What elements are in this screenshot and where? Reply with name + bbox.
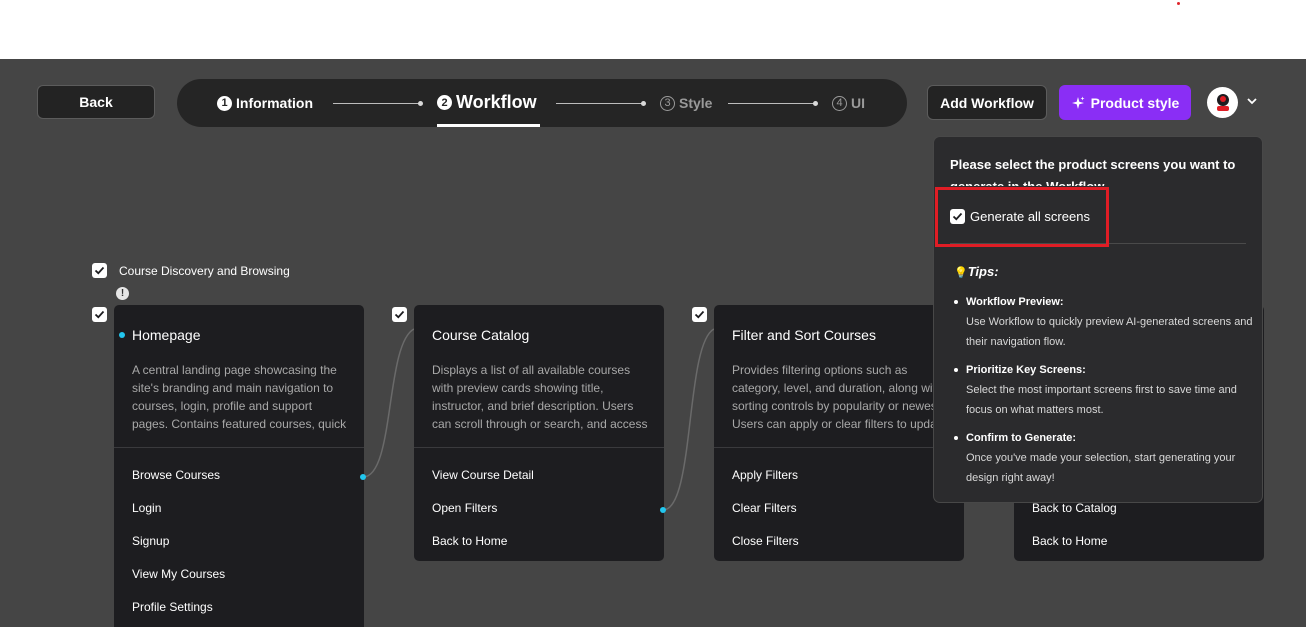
action-view-course-detail[interactable]: View Course Detail (432, 468, 534, 482)
action-signup[interactable]: Signup (132, 534, 169, 548)
lightbulb-icon: 💡 (954, 267, 968, 279)
tip-title: Workflow Preview: (954, 294, 1254, 310)
card-desc-line: site's branding and main navigation to (132, 381, 334, 395)
back-button[interactable]: Back (37, 85, 155, 119)
card-divider (714, 447, 964, 448)
check-icon (394, 310, 405, 319)
tips-title: Tips: (967, 264, 999, 279)
step-label: Style (679, 95, 713, 111)
screen-card-homepage[interactable]: Homepage A central landing page showcasi… (114, 305, 364, 627)
step-number: 3 (660, 95, 675, 111)
check-icon (94, 310, 105, 319)
action-back-to-catalog[interactable]: Back to Catalog (1032, 501, 1117, 515)
product-style-button[interactable]: Product style (1059, 85, 1191, 120)
card-checkbox-filter-sort[interactable] (692, 307, 707, 322)
action-close-filters[interactable]: Close Filters (732, 534, 799, 548)
node-output-dot[interactable] (360, 474, 366, 480)
chevron-down-icon[interactable] (1246, 95, 1258, 107)
check-icon (94, 266, 105, 275)
action-view-my-courses[interactable]: View My Courses (132, 567, 225, 581)
group-label: Course Discovery and Browsing (119, 264, 290, 278)
tips-heading: 💡Tips: (954, 264, 999, 279)
card-title: Homepage (132, 327, 201, 343)
step-information[interactable]: 1 Information (217, 95, 313, 111)
action-profile-settings[interactable]: Profile Settings (132, 600, 213, 614)
tip-title: Confirm to Generate: (954, 430, 1254, 446)
card-desc-line: with preview cards showing title, (432, 381, 604, 395)
card-divider (414, 447, 664, 448)
screen-card-filter-sort[interactable]: Filter and Sort Courses Provides filteri… (714, 305, 964, 561)
step-workflow[interactable]: 2 Workflow (437, 92, 537, 113)
card-checkbox-course-catalog[interactable] (392, 307, 407, 322)
step-label: UI (851, 95, 865, 111)
user-avatar[interactable] (1207, 87, 1238, 118)
red-dot-marker (1177, 2, 1180, 5)
card-divider (114, 447, 364, 448)
card-desc-line: courses, login, profile and support (132, 399, 313, 413)
action-login[interactable]: Login (132, 501, 161, 515)
active-step-underline (437, 124, 540, 127)
action-browse-courses[interactable]: Browse Courses (132, 468, 220, 482)
tip-item: Workflow Preview: Use Workflow to quickl… (954, 294, 1254, 352)
tip-item: Confirm to Generate: Once you've made yo… (954, 430, 1254, 488)
step-connector (333, 101, 423, 106)
node-output-dot[interactable] (660, 507, 666, 513)
card-desc-line: can scroll through or search, and access (432, 417, 648, 431)
step-number: 4 (832, 95, 847, 111)
info-icon: ! (116, 287, 129, 300)
tip-body: Select the most important screens first … (966, 384, 1237, 416)
screen-card-course-catalog[interactable]: Course Catalog Displays a list of all av… (414, 305, 664, 561)
card-checkbox-homepage[interactable] (92, 307, 107, 322)
card-desc-line: category, level, and duration, along wit… (732, 381, 943, 395)
action-clear-filters[interactable]: Clear Filters (732, 501, 797, 515)
connector-homepage-catalog (362, 328, 415, 478)
card-description: Provides filtering options such as categ… (732, 361, 952, 433)
step-number: 2 (437, 95, 452, 110)
card-title: Filter and Sort Courses (732, 327, 876, 343)
step-label: Information (236, 95, 313, 111)
group-checkbox[interactable] (92, 263, 107, 278)
tip-title: Prioritize Key Screens: (954, 362, 1254, 378)
check-icon (694, 310, 705, 319)
action-back-to-home[interactable]: Back to Home (1032, 534, 1107, 548)
tip-body: Once you've made your selection, start g… (966, 452, 1236, 484)
card-desc-line: pages. Contains featured courses, quick (132, 417, 347, 431)
action-open-filters[interactable]: Open Filters (432, 501, 497, 515)
tip-item: Prioritize Key Screens: Select the most … (954, 362, 1254, 420)
connector-catalog-filter (662, 328, 715, 511)
node-input-dot (119, 332, 125, 338)
card-desc-line: Displays a list of all available courses (432, 363, 631, 377)
step-ui[interactable]: 4 UI (832, 95, 865, 111)
step-connector (556, 101, 646, 106)
workflow-stepper: 1 Information 2 Workflow 3 Style 4 UI (177, 79, 907, 127)
add-workflow-button[interactable]: Add Workflow (927, 85, 1047, 120)
step-number: 1 (217, 95, 232, 111)
card-desc-line: Users can apply or clear filters to upda… (732, 417, 947, 431)
card-desc-line: sorting controls by popularity or newest… (732, 399, 944, 413)
step-label: Workflow (456, 92, 537, 112)
card-desc-line: A central landing page showcasing the (132, 363, 337, 377)
popup-heading: Please select the product screens you wa… (950, 157, 1236, 186)
top-bar (0, 0, 1306, 59)
avatar-mascot-icon (1210, 90, 1235, 115)
card-description: Displays a list of all available courses… (432, 361, 652, 433)
card-desc-line: instructor, and brief description. Users (432, 399, 634, 413)
card-description: A central landing page showcasing the si… (132, 361, 352, 433)
action-back-to-home[interactable]: Back to Home (432, 534, 507, 548)
sparkle-icon (1071, 96, 1085, 109)
product-style-label: Product style (1090, 94, 1180, 111)
tip-body: Use Workflow to quickly preview AI-gener… (966, 316, 1253, 348)
workflow-canvas: Back 1 Information 2 Workflow 3 Style 4 … (0, 59, 1306, 627)
step-connector (728, 101, 818, 106)
card-title: Course Catalog (432, 327, 530, 343)
action-apply-filters[interactable]: Apply Filters (732, 468, 798, 482)
highlight-annotation-box (935, 187, 1109, 247)
step-style[interactable]: 3 Style (660, 95, 712, 111)
card-desc-line: Provides filtering options such as (732, 363, 908, 377)
